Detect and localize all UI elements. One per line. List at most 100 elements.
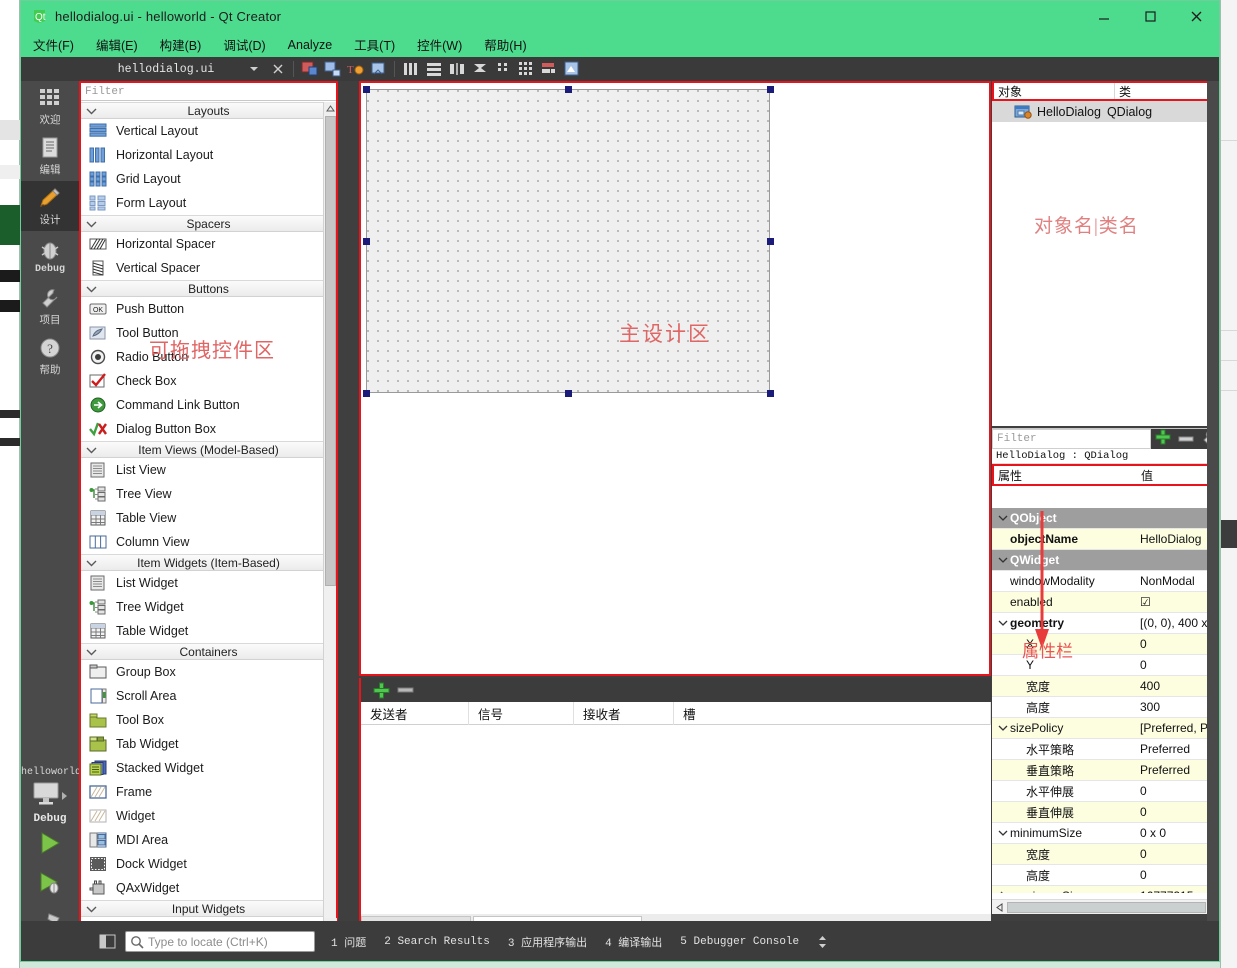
- sidebar-item-debug[interactable]: Debug: [21, 231, 79, 281]
- object-inspector-row[interactable]: HelloDialog QDialog: [992, 101, 1220, 122]
- layout-vertical-icon[interactable]: [423, 59, 444, 79]
- scroll-up-icon[interactable]: [324, 102, 336, 115]
- property-row-minimumsize[interactable]: minimumSize0 x 0: [992, 823, 1209, 844]
- edit-signals-slots-icon[interactable]: [322, 59, 343, 79]
- property-value-cell[interactable]: HelloDialog: [1135, 532, 1209, 546]
- resize-handle-top-right[interactable]: [767, 86, 774, 93]
- scrollbar-thumb[interactable]: [1007, 902, 1206, 913]
- menu-item-edit[interactable]: 编辑(E): [96, 33, 150, 56]
- widget-box-filter-input[interactable]: Filter: [81, 83, 336, 101]
- close-icon[interactable]: [1173, 1, 1219, 32]
- resize-handle-bottom-right[interactable]: [767, 390, 774, 397]
- layout-splitter-v-icon[interactable]: [469, 59, 490, 79]
- property-editor-rows[interactable]: QObjectobjectNameHelloDialogQWidgetwindo…: [992, 508, 1209, 893]
- output-tab-issues[interactable]: 1 问题: [331, 934, 366, 950]
- property-row--[interactable]: 垂直策略Preferred: [992, 760, 1209, 781]
- twisty-down-icon[interactable]: [996, 556, 1010, 564]
- add-plus-icon[interactable]: [1155, 429, 1171, 450]
- remove-minus-icon[interactable]: [393, 680, 417, 700]
- widget-item-tree-view[interactable]: Tree View: [81, 482, 336, 506]
- widget-category-containers[interactable]: Containers: [81, 643, 336, 660]
- edit-widgets-icon[interactable]: [299, 59, 320, 79]
- property-row--[interactable]: 水平策略Preferred: [992, 739, 1209, 760]
- column-header-property[interactable]: 属性: [994, 466, 1137, 484]
- property-row-qobject[interactable]: QObject: [992, 508, 1209, 529]
- property-value-cell[interactable]: 0: [1135, 637, 1209, 651]
- run-button[interactable]: [21, 825, 79, 865]
- property-value-cell[interactable]: 0: [1135, 658, 1209, 672]
- form-canvas[interactable]: 主设计区: [361, 83, 989, 674]
- property-value-cell[interactable]: [Preferred, Pr..: [1135, 721, 1209, 735]
- twisty-down-icon[interactable]: [996, 514, 1010, 522]
- widget-item-vertical-spacer[interactable]: Vertical Spacer: [81, 256, 336, 280]
- widget-item-list-view[interactable]: List View: [81, 458, 336, 482]
- column-header-receiver[interactable]: 接收者: [574, 702, 674, 725]
- break-layout-icon[interactable]: [538, 59, 559, 79]
- start-debugging-button[interactable]: [21, 865, 79, 905]
- widget-item-tool-box[interactable]: Tool Box: [81, 708, 336, 732]
- signals-slots-table-body[interactable]: [361, 725, 991, 910]
- menu-item-help[interactable]: 帮助(H): [484, 33, 538, 56]
- widget-item-tab-widget[interactable]: Tab Widget: [81, 732, 336, 756]
- widget-item-column-view[interactable]: Column View: [81, 530, 336, 554]
- output-tab-debugger-console[interactable]: 5 Debugger Console: [680, 936, 799, 948]
- sidebar-item-welcome[interactable]: 欢迎: [21, 81, 79, 131]
- property-value-cell[interactable]: ☑: [1135, 595, 1209, 609]
- output-pane-spinner-icon[interactable]: [817, 935, 828, 949]
- twisty-down-icon[interactable]: [996, 619, 1010, 627]
- widget-category-spacers[interactable]: Spacers: [81, 215, 336, 232]
- widget-item-dock-widget[interactable]: Dock Widget: [81, 852, 336, 876]
- property-value-cell[interactable]: NonModal: [1135, 574, 1209, 588]
- widget-item-grid-layout[interactable]: Grid Layout: [81, 167, 336, 191]
- widget-item-mdi-area[interactable]: MDI Area: [81, 828, 336, 852]
- property-row--[interactable]: 高度0: [992, 865, 1209, 886]
- property-value-cell[interactable]: Preferred: [1135, 742, 1209, 756]
- widget-item-command-link-button[interactable]: Command Link Button: [81, 393, 336, 417]
- property-value-cell[interactable]: 16777215 x 1...: [1135, 889, 1209, 893]
- edit-buddies-icon[interactable]: T: [345, 59, 366, 79]
- close-document-icon[interactable]: [267, 59, 288, 79]
- widget-item-stacked-widget[interactable]: Stacked Widget: [81, 756, 336, 780]
- output-tab-compile[interactable]: 4 编译输出: [605, 934, 662, 950]
- property-row-maximumsize[interactable]: maximumSize16777215 x 1...: [992, 886, 1209, 893]
- twisty-right-icon[interactable]: [996, 891, 1010, 893]
- layout-form-icon[interactable]: [492, 59, 513, 79]
- property-value-cell[interactable]: 0 x 0: [1135, 826, 1209, 840]
- property-row-geometry[interactable]: geometry[(0, 0), 400 x 3..: [992, 613, 1209, 634]
- layout-splitter-h-icon[interactable]: [446, 59, 467, 79]
- remove-minus-icon[interactable]: [1178, 430, 1194, 448]
- property-editor-horizontal-scrollbar[interactable]: [992, 899, 1220, 914]
- column-header-object[interactable]: 对象: [994, 83, 1114, 99]
- property-value-cell[interactable]: [(0, 0), 400 x 3..: [1135, 616, 1209, 630]
- twisty-down-icon[interactable]: [996, 724, 1010, 732]
- resize-handle-middle-left[interactable]: [363, 238, 370, 245]
- adjust-size-icon[interactable]: [561, 59, 582, 79]
- widget-category-item-views-model-based[interactable]: Item Views (Model-Based): [81, 441, 336, 458]
- widget-item-widget[interactable]: Widget: [81, 804, 336, 828]
- resize-handle-bottom-left[interactable]: [363, 390, 370, 397]
- widget-item-list-widget[interactable]: List Widget: [81, 571, 336, 595]
- scrollbar-thumb[interactable]: [325, 116, 336, 586]
- file-selector-combobox[interactable]: hellodialog.ui: [66, 60, 266, 79]
- resize-handle-bottom-center[interactable]: [565, 390, 572, 397]
- widget-category-input-widgets[interactable]: Input Widgets: [81, 900, 336, 917]
- widget-item-group-box[interactable]: Group Box: [81, 660, 336, 684]
- property-row-objectname[interactable]: objectNameHelloDialog: [992, 529, 1209, 550]
- layout-grid-icon[interactable]: [515, 59, 536, 79]
- sidebar-item-projects[interactable]: 项目: [21, 281, 79, 331]
- sidebar-item-help[interactable]: ? 帮助: [21, 331, 79, 381]
- property-row-windowmodality[interactable]: windowModalityNonModal: [992, 571, 1209, 592]
- property-row--[interactable]: 垂直伸展0: [992, 802, 1209, 823]
- widget-box-scrollbar[interactable]: [323, 102, 336, 931]
- property-row--[interactable]: 宽度0: [992, 844, 1209, 865]
- widget-item-push-button[interactable]: OKPush Button: [81, 297, 336, 321]
- widget-category-layouts[interactable]: Layouts: [81, 102, 336, 119]
- widget-item-qaxwidget[interactable]: QAxWidget: [81, 876, 336, 900]
- add-plus-icon[interactable]: [369, 680, 393, 700]
- property-value-cell[interactable]: 400: [1135, 679, 1209, 693]
- column-header-slot[interactable]: 槽: [674, 702, 991, 725]
- property-row-qwidget[interactable]: QWidget: [992, 550, 1209, 571]
- property-filter-input[interactable]: Filter: [992, 429, 1151, 449]
- property-row--[interactable]: 高度300: [992, 697, 1209, 718]
- layout-horizontal-icon[interactable]: [400, 59, 421, 79]
